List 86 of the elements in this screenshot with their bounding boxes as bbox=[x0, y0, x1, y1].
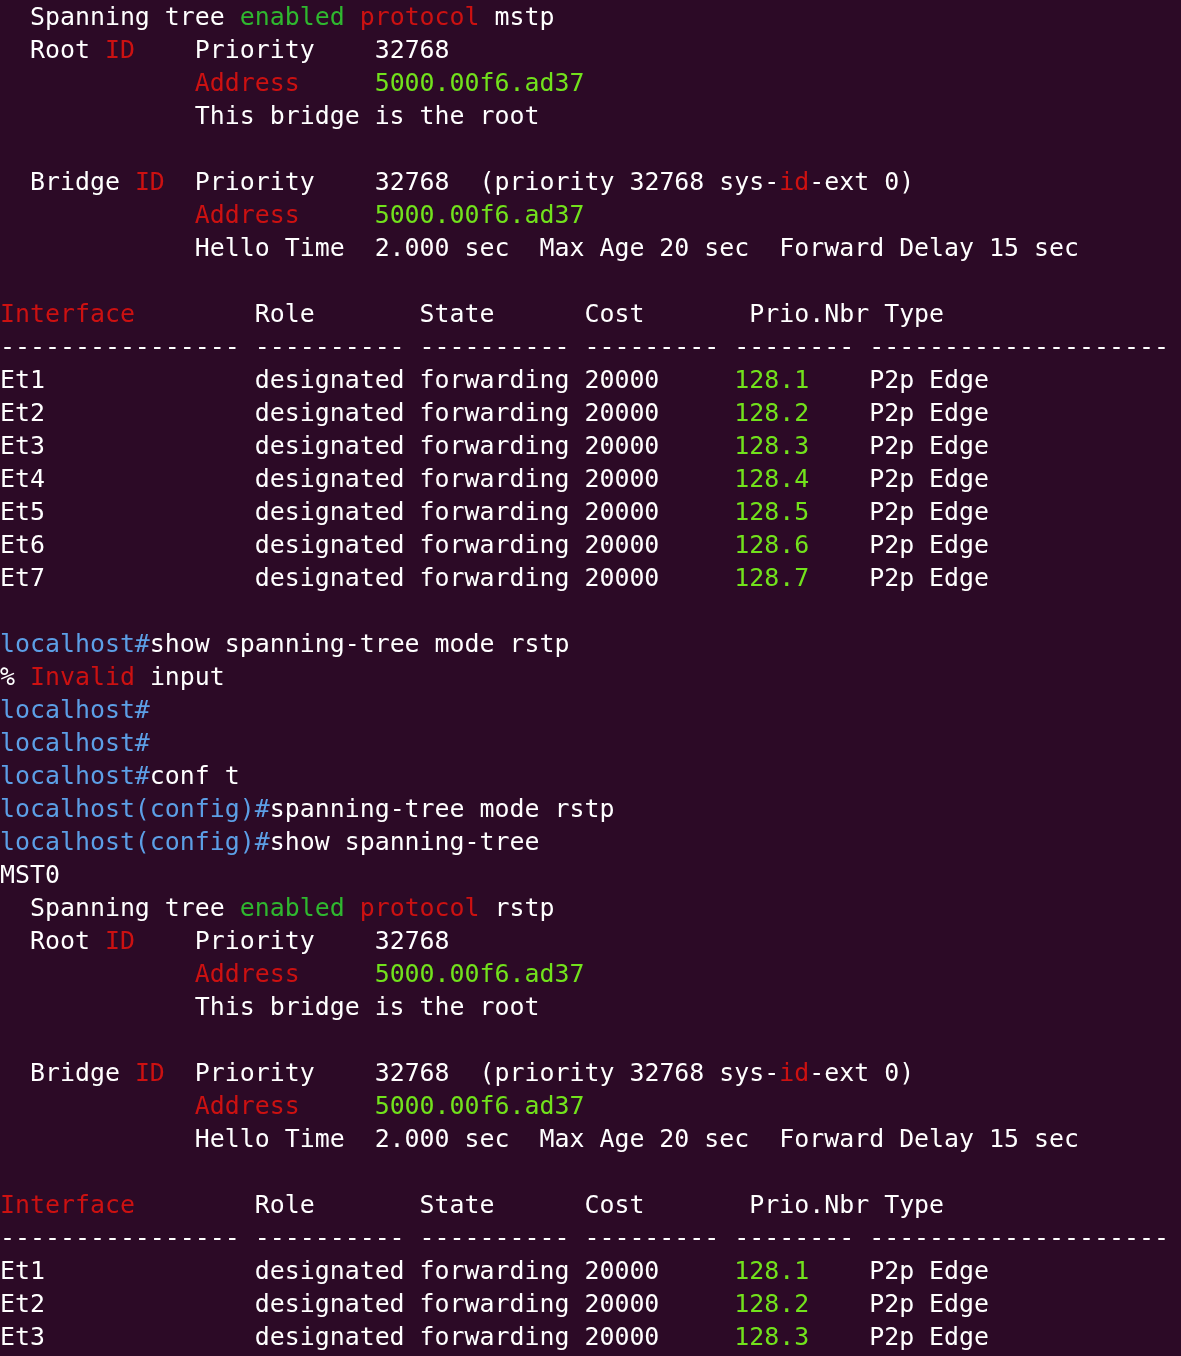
terminal-text: This bridge is the root bbox=[193, 991, 540, 1023]
terminal-text: 128.4 bbox=[734, 463, 810, 495]
terminal-text: localhost# bbox=[0, 760, 150, 792]
terminal-text: Et3 designated forwarding 20000 bbox=[0, 1321, 661, 1353]
terminal-text: -ext 0) bbox=[809, 1057, 915, 1089]
terminal-text: Address bbox=[193, 958, 301, 990]
terminal-text: Et7 designated forwarding 20000 bbox=[0, 562, 661, 594]
terminal-text: P2p Edge bbox=[868, 364, 990, 396]
terminal-text: Et2 designated forwarding 20000 bbox=[0, 397, 661, 429]
terminal-text: mstp bbox=[493, 1, 555, 33]
terminal-text: MST0 bbox=[0, 859, 60, 891]
terminal-text: Et2 designated forwarding 20000 bbox=[0, 1288, 661, 1320]
terminal-text: id bbox=[779, 166, 810, 198]
terminal-text: Et6 designated forwarding 20000 bbox=[0, 529, 661, 561]
terminal-text: Priority 32768 bbox=[193, 925, 450, 957]
terminal-text: enabled bbox=[239, 892, 346, 924]
terminal-text: Role State Cost Prio.Nbr Type bbox=[253, 1189, 945, 1221]
terminal-text: protocol bbox=[359, 892, 480, 924]
terminal-text: input bbox=[148, 661, 225, 693]
terminal-text: Address bbox=[193, 67, 301, 99]
terminal-text: conf t bbox=[149, 760, 240, 792]
terminal-text: id bbox=[779, 1057, 810, 1089]
terminal-text: P2p Edge bbox=[868, 430, 990, 462]
terminal-text: Et4 designated forwarding 20000 bbox=[0, 463, 661, 495]
terminal-text: Hello Time 2.000 sec Max Age 20 sec Forward Delay 15 sec bbox=[193, 232, 1079, 264]
terminal-text: Priority 32768 (priority 32768 sys- bbox=[193, 1057, 780, 1089]
terminal-text: ---------------- ---------- ---------- --------- -------- -------------------- bbox=[0, 1222, 1169, 1254]
terminal-text: spanning-tree mode rstp bbox=[269, 793, 615, 825]
terminal-text: P2p Edge bbox=[868, 463, 990, 495]
terminal-text: 128.3 bbox=[734, 430, 810, 462]
terminal-text: This bridge is the root bbox=[193, 100, 540, 132]
terminal-text: ID bbox=[134, 1057, 165, 1089]
terminal-text: localhost(config)# bbox=[0, 793, 270, 825]
terminal-text: Interface bbox=[0, 298, 135, 330]
terminal-text: Root bbox=[28, 925, 91, 957]
terminal-text: Address bbox=[193, 1090, 301, 1122]
terminal-text: Invalid bbox=[30, 661, 135, 693]
terminal-text: show spanning-tree bbox=[269, 826, 540, 858]
terminal-text: 128.3 bbox=[734, 1321, 810, 1353]
terminal-text: Bridge bbox=[28, 1057, 121, 1089]
terminal-text: protocol bbox=[359, 1, 480, 33]
terminal-text: Et3 designated forwarding 20000 bbox=[0, 430, 661, 462]
terminal-text: 128.2 bbox=[734, 1288, 810, 1320]
terminal-text: rstp bbox=[493, 892, 555, 924]
terminal-text: Priority 32768 bbox=[193, 34, 450, 66]
terminal-text: Address bbox=[193, 199, 301, 231]
terminal-text: P2p Edge bbox=[868, 1255, 990, 1287]
terminal-text: -ext 0) bbox=[809, 166, 915, 198]
terminal-text: P2p Edge bbox=[868, 529, 990, 561]
terminal-text: show spanning-tree mode rstp bbox=[149, 628, 570, 660]
terminal-text: 128.1 bbox=[734, 364, 810, 396]
terminal-text: 128.5 bbox=[734, 496, 810, 528]
terminal-text: Bridge bbox=[28, 166, 121, 198]
terminal-text: Hello Time 2.000 sec Max Age 20 sec Forward Delay 15 sec bbox=[193, 1123, 1079, 1155]
terminal-text: Et1 designated forwarding 20000 bbox=[0, 1255, 661, 1287]
terminal-text: Et1 designated forwarding 20000 bbox=[0, 364, 661, 396]
terminal-text: 128.6 bbox=[734, 529, 810, 561]
terminal-text: ID bbox=[104, 34, 135, 66]
terminal-text: P2p Edge bbox=[868, 496, 990, 528]
terminal-text: localhost# bbox=[0, 628, 150, 660]
terminal-text: localhost# bbox=[0, 694, 150, 726]
terminal-text: Spanning tree bbox=[28, 1, 226, 33]
terminal-text: Root bbox=[28, 34, 91, 66]
terminal-text: P2p Edge bbox=[868, 562, 990, 594]
terminal-text: P2p Edge bbox=[868, 397, 990, 429]
terminal-text: % bbox=[0, 661, 16, 693]
terminal-text: ID bbox=[134, 166, 165, 198]
terminal-text: ID bbox=[104, 925, 135, 957]
terminal-text: 128.1 bbox=[734, 1255, 810, 1287]
terminal-text: 128.2 bbox=[734, 397, 810, 429]
terminal-text: enabled bbox=[239, 1, 346, 33]
terminal-text: Spanning tree bbox=[28, 892, 226, 924]
terminal-text: Priority 32768 (priority 32768 sys- bbox=[193, 166, 780, 198]
terminal-text: P2p Edge bbox=[868, 1321, 990, 1353]
terminal-text: 5000.00f6.ad37 bbox=[374, 67, 585, 99]
terminal-text: 5000.00f6.ad37 bbox=[374, 1090, 585, 1122]
terminal-text: localhost# bbox=[0, 727, 150, 759]
terminal-text: 5000.00f6.ad37 bbox=[374, 199, 585, 231]
terminal-text: ---------------- ---------- ---------- --------- -------- -------------------- bbox=[0, 331, 1169, 363]
terminal-text: Role State Cost Prio.Nbr Type bbox=[253, 298, 945, 330]
terminal-text: Interface bbox=[0, 1189, 135, 1221]
terminal-text: P2p Edge bbox=[868, 1288, 990, 1320]
terminal-text: 128.7 bbox=[734, 562, 810, 594]
terminal-text: localhost(config)# bbox=[0, 826, 270, 858]
terminal-text: 5000.00f6.ad37 bbox=[374, 958, 585, 990]
terminal-text: Et5 designated forwarding 20000 bbox=[0, 496, 661, 528]
